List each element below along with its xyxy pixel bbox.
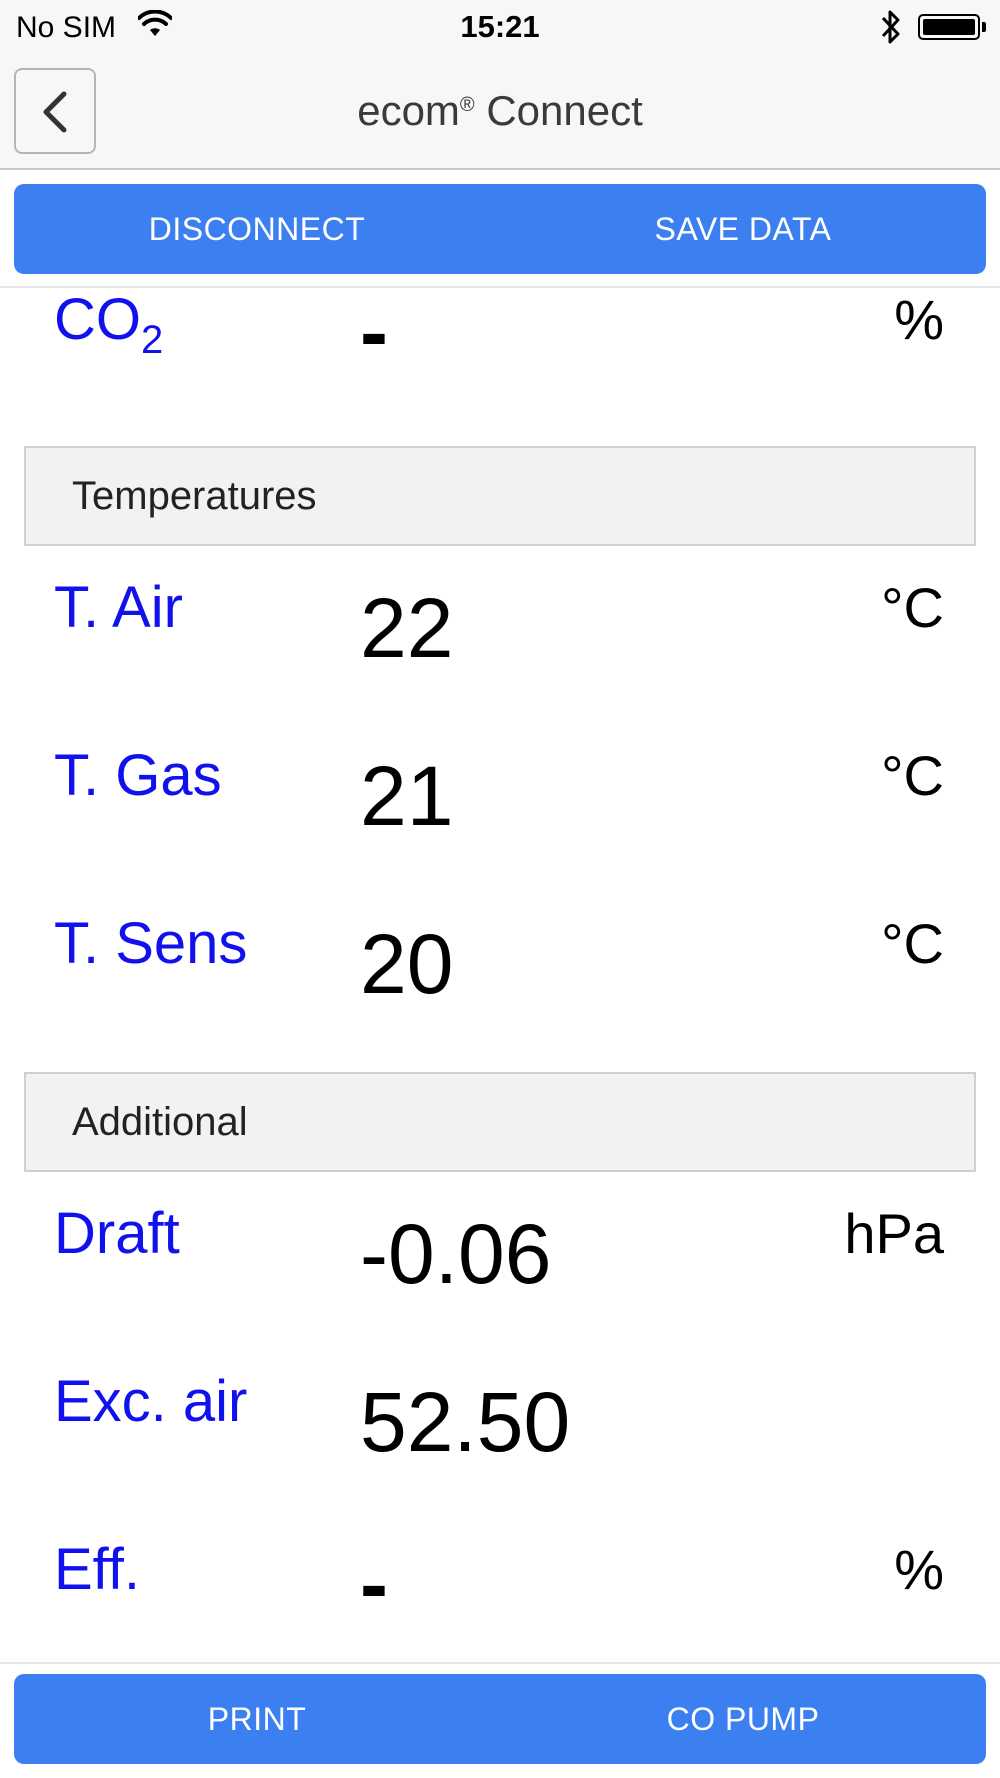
bluetooth-icon (880, 8, 902, 51)
t-gas-label: T. Gas (54, 743, 222, 808)
section-header-temperatures: Temperatures (24, 446, 976, 546)
status-time: 15:21 (460, 9, 540, 44)
excess-air-label: Exc. air (54, 1369, 248, 1434)
efficiency-value: - (360, 1537, 388, 1631)
efficiency-unit: % (894, 1538, 944, 1601)
battery-level (923, 19, 975, 35)
battery-tip (982, 22, 986, 32)
efficiency-label: Eff. (54, 1537, 140, 1602)
co2-unit: % (894, 288, 944, 351)
t-sens-unit: °C (881, 912, 944, 975)
print-button[interactable]: PRINT (14, 1674, 500, 1764)
t-gas-unit: °C (881, 744, 944, 807)
t-air-unit: °C (881, 576, 944, 639)
section-header-additional: Additional (24, 1072, 976, 1172)
co2-label-subscript: 2 (141, 318, 164, 362)
title-brand: ecom (357, 87, 460, 134)
excess-air-value: 52.50 (360, 1375, 571, 1469)
top-action-bar: DISCONNECT SAVE DATA (14, 184, 986, 274)
t-air-label: T. Air (54, 575, 183, 640)
section-title: Temperatures (72, 474, 317, 518)
title-rest: Connect (474, 87, 643, 134)
co2-value: - (360, 285, 388, 379)
draft-unit: hPa (844, 1202, 944, 1265)
bottom-action-bar: PRINT CO PUMP (14, 1674, 986, 1764)
co2-label: CO2 (54, 286, 164, 362)
draft-value: -0.06 (360, 1207, 552, 1301)
section-title: Additional (72, 1100, 248, 1144)
page-title: ecom® Connect (0, 86, 1000, 144)
registered-mark: ® (459, 94, 475, 116)
co2-label-main: CO (54, 287, 141, 352)
divider (0, 1662, 1000, 1664)
t-gas-value: 21 (360, 749, 454, 843)
save-data-button[interactable]: SAVE DATA (500, 184, 986, 274)
co-pump-button[interactable]: CO PUMP (500, 1674, 986, 1764)
battery-icon (918, 14, 980, 40)
t-sens-value: 20 (360, 917, 454, 1011)
draft-label: Draft (54, 1201, 180, 1266)
t-sens-label: T. Sens (54, 911, 248, 976)
t-air-value: 22 (360, 581, 454, 675)
disconnect-button[interactable]: DISCONNECT (14, 184, 500, 274)
